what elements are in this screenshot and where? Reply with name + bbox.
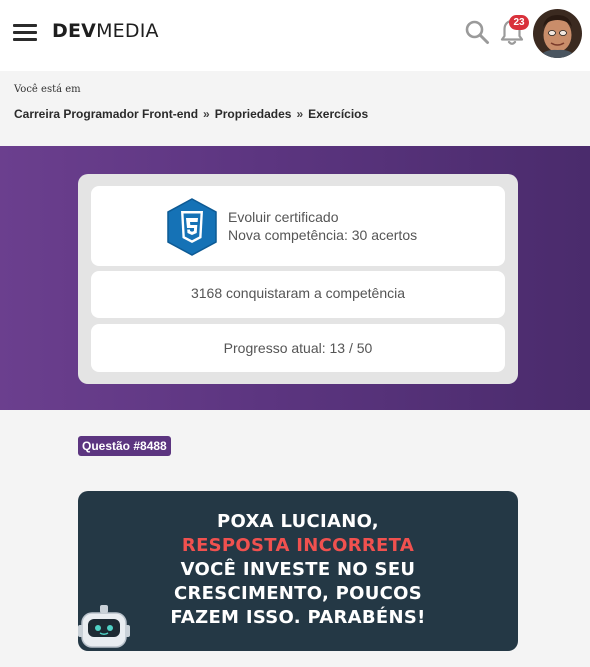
- breadcrumb-separator: »: [203, 107, 210, 121]
- result-banner: POXA LUCIANO, RESPOSTA INCORRETA VOCÊ IN…: [78, 491, 518, 651]
- certificate-title: Evoluir certificado: [228, 209, 339, 225]
- certificate-panel: Evoluir certificado Nova competência: 30…: [91, 186, 505, 266]
- logo-light-text: MEDIA: [96, 20, 159, 42]
- competence-card: Evoluir certificado Nova competência: 30…: [78, 174, 518, 384]
- menu-icon[interactable]: [13, 24, 37, 42]
- question-tag: Questão #8488: [78, 436, 171, 456]
- css3-icon: [167, 198, 217, 256]
- achievers-panel: 3168 conquistaram a competência: [91, 271, 505, 318]
- breadcrumb-item-properties[interactable]: Propriedades: [215, 107, 292, 121]
- banner-line-incorrect: RESPOSTA INCORRETA: [181, 535, 415, 556]
- breadcrumb-label: Você está em: [14, 84, 81, 95]
- banner-line-3: VOCÊ INVESTE NO SEU: [180, 559, 416, 580]
- notification-badge[interactable]: 23: [509, 15, 529, 30]
- search-icon[interactable]: [464, 19, 490, 45]
- user-avatar[interactable]: [533, 9, 582, 58]
- breadcrumb: Carreira Programador Front-end » Proprieda…: [14, 107, 368, 121]
- banner-line-5: FAZEM ISSO. PARABÉNS!: [170, 607, 426, 628]
- breadcrumb-item-career[interactable]: Carreira Programador Front-end: [14, 107, 198, 121]
- banner-line-4: CRESCIMENTO, POUCOS: [173, 583, 423, 604]
- banner-line-greeting: POXA LUCIANO,: [217, 511, 379, 532]
- devmedia-logo[interactable]: DEVMEDIA: [52, 20, 159, 42]
- breadcrumb-section: Você está em Carreira Programador Front-…: [0, 71, 590, 146]
- progress-panel: Progresso atual: 13 / 50: [91, 324, 505, 372]
- breadcrumb-item-exercises[interactable]: Exercícios: [308, 107, 368, 121]
- logo-bold-text: DEV: [52, 20, 97, 42]
- breadcrumb-separator: »: [296, 107, 304, 121]
- robot-icon: [78, 605, 130, 648]
- certificate-subtitle: Nova competência: 30 acertos: [228, 227, 418, 243]
- top-bar: DEVMEDIA 23: [0, 0, 590, 71]
- progress-text: Progresso atual: 13 / 50: [223, 340, 373, 356]
- achievers-text: 3168 conquistaram a competência: [190, 285, 406, 301]
